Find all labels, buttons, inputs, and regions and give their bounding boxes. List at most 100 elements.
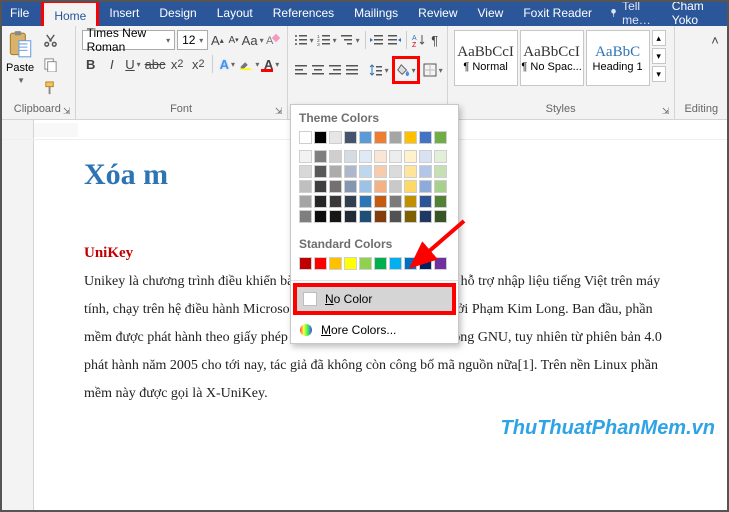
styles-down[interactable]: ▾ bbox=[652, 48, 666, 64]
color-swatch[interactable] bbox=[404, 195, 417, 208]
color-swatch[interactable] bbox=[404, 150, 417, 163]
color-swatch[interactable] bbox=[329, 165, 342, 178]
color-swatch[interactable] bbox=[329, 195, 342, 208]
color-swatch[interactable] bbox=[314, 257, 327, 270]
tell-me[interactable]: Tell me… bbox=[609, 0, 660, 27]
style-heading1[interactable]: AaBbCHeading 1 bbox=[586, 30, 650, 86]
tab-foxit[interactable]: Foxit Reader PDF bbox=[513, 0, 609, 26]
color-swatch[interactable] bbox=[419, 131, 432, 144]
tab-mailings[interactable]: Mailings bbox=[344, 0, 408, 26]
color-swatch[interactable] bbox=[359, 257, 372, 270]
color-swatch[interactable] bbox=[344, 131, 357, 144]
color-swatch[interactable] bbox=[404, 131, 417, 144]
color-swatch[interactable] bbox=[314, 165, 327, 178]
paste-button[interactable]: Paste ▼ bbox=[6, 30, 34, 98]
styles-launcher[interactable]: ⇲ bbox=[660, 105, 672, 117]
tab-layout[interactable]: Layout bbox=[207, 0, 263, 26]
color-swatch[interactable] bbox=[404, 180, 417, 193]
shrink-font-button[interactable]: A▾ bbox=[226, 30, 240, 50]
color-swatch[interactable] bbox=[299, 131, 312, 144]
format-painter-button[interactable] bbox=[40, 78, 60, 98]
color-swatch[interactable] bbox=[419, 210, 432, 223]
color-swatch[interactable] bbox=[359, 195, 372, 208]
color-swatch[interactable] bbox=[359, 131, 372, 144]
copy-button[interactable] bbox=[40, 54, 60, 74]
color-swatch[interactable] bbox=[389, 150, 402, 163]
collapse-ribbon-button[interactable]: ˄ bbox=[705, 30, 725, 50]
tab-references[interactable]: References bbox=[263, 0, 344, 26]
user-name[interactable]: Cham Yoko bbox=[672, 0, 719, 27]
color-swatch[interactable] bbox=[359, 210, 372, 223]
strikethrough-button[interactable]: abc bbox=[145, 54, 165, 74]
color-swatch[interactable] bbox=[434, 150, 447, 163]
color-swatch[interactable] bbox=[314, 195, 327, 208]
color-swatch[interactable] bbox=[434, 210, 447, 223]
color-swatch[interactable] bbox=[329, 210, 342, 223]
align-right-button[interactable] bbox=[328, 60, 342, 80]
sort-button[interactable]: AZ bbox=[412, 30, 426, 50]
show-marks-button[interactable]: ¶ bbox=[429, 30, 441, 50]
color-swatch[interactable] bbox=[434, 131, 447, 144]
increase-indent-button[interactable] bbox=[387, 30, 401, 50]
align-center-button[interactable] bbox=[311, 60, 325, 80]
styles-more[interactable]: ▾ bbox=[652, 66, 666, 82]
color-swatch[interactable] bbox=[389, 165, 402, 178]
borders-button[interactable]: ▾ bbox=[423, 60, 443, 80]
color-swatch[interactable] bbox=[299, 195, 312, 208]
color-swatch[interactable] bbox=[419, 165, 432, 178]
vertical-ruler[interactable] bbox=[0, 140, 34, 512]
color-swatch[interactable] bbox=[389, 257, 402, 270]
color-swatch[interactable] bbox=[404, 210, 417, 223]
color-swatch[interactable] bbox=[374, 150, 387, 163]
color-swatch[interactable] bbox=[419, 150, 432, 163]
italic-button[interactable]: I bbox=[103, 54, 121, 74]
color-swatch[interactable] bbox=[434, 180, 447, 193]
color-swatch[interactable] bbox=[299, 165, 312, 178]
tab-insert[interactable]: Insert bbox=[99, 0, 149, 26]
color-swatch[interactable] bbox=[404, 257, 417, 270]
highlight-button[interactable]: ▾ bbox=[239, 54, 259, 74]
color-swatch[interactable] bbox=[359, 180, 372, 193]
color-swatch[interactable] bbox=[374, 180, 387, 193]
justify-button[interactable] bbox=[345, 60, 359, 80]
style-no-spacing[interactable]: AaBbCcI¶ No Spac... bbox=[520, 30, 584, 86]
bold-button[interactable]: B bbox=[82, 54, 100, 74]
clipboard-launcher[interactable]: ⇲ bbox=[61, 105, 73, 117]
align-left-button[interactable] bbox=[294, 60, 308, 80]
font-name-combo[interactable]: Times New Roman▾ bbox=[82, 30, 175, 50]
more-colors-item[interactable]: More Colors... bbox=[291, 317, 458, 343]
no-color-item[interactable]: No Color bbox=[297, 287, 452, 311]
color-swatch[interactable] bbox=[329, 150, 342, 163]
color-swatch[interactable] bbox=[344, 210, 357, 223]
color-swatch[interactable] bbox=[299, 180, 312, 193]
color-swatch[interactable] bbox=[314, 180, 327, 193]
color-swatch[interactable] bbox=[419, 180, 432, 193]
color-swatch[interactable] bbox=[374, 195, 387, 208]
color-swatch[interactable] bbox=[299, 257, 312, 270]
underline-button[interactable]: U▾ bbox=[124, 54, 142, 74]
color-swatch[interactable] bbox=[359, 150, 372, 163]
color-swatch[interactable] bbox=[419, 257, 432, 270]
color-swatch[interactable] bbox=[344, 150, 357, 163]
decrease-indent-button[interactable] bbox=[370, 30, 384, 50]
superscript-button[interactable]: x2 bbox=[189, 54, 207, 74]
change-case-button[interactable]: Aa▾ bbox=[243, 30, 263, 50]
color-swatch[interactable] bbox=[389, 180, 402, 193]
color-swatch[interactable] bbox=[299, 210, 312, 223]
tab-file[interactable]: File bbox=[0, 0, 39, 26]
color-swatch[interactable] bbox=[344, 165, 357, 178]
color-swatch[interactable] bbox=[389, 131, 402, 144]
color-swatch[interactable] bbox=[389, 195, 402, 208]
color-swatch[interactable] bbox=[344, 195, 357, 208]
grow-font-button[interactable]: A▴ bbox=[210, 30, 224, 50]
style-normal[interactable]: AaBbCcI¶ Normal bbox=[454, 30, 518, 86]
color-swatch[interactable] bbox=[434, 165, 447, 178]
clear-format-button[interactable]: A bbox=[265, 30, 281, 50]
color-swatch[interactable] bbox=[359, 165, 372, 178]
tab-review[interactable]: Review bbox=[408, 0, 467, 26]
color-swatch[interactable] bbox=[314, 131, 327, 144]
cut-button[interactable] bbox=[40, 30, 60, 50]
group-label-editing[interactable]: Editing bbox=[681, 103, 722, 117]
styles-up[interactable]: ▴ bbox=[652, 30, 666, 46]
color-swatch[interactable] bbox=[374, 257, 387, 270]
